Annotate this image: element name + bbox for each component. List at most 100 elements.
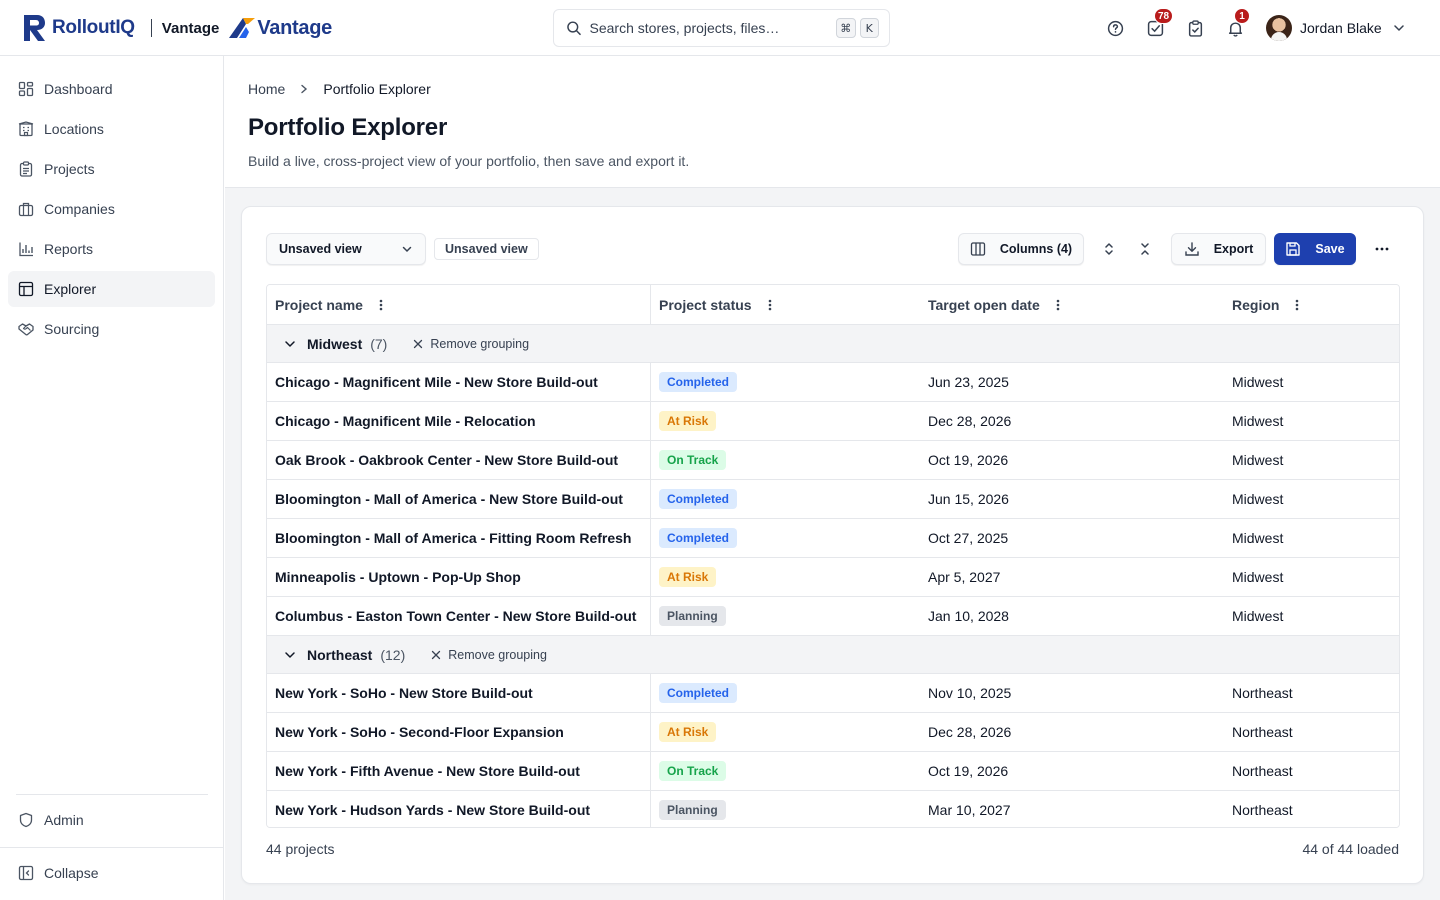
- collapse-all-icon[interactable]: [1133, 237, 1157, 261]
- project-name[interactable]: Oak Brook - Oakbrook Center - New Store …: [275, 452, 618, 468]
- tasks-count-badge: 78: [1154, 8, 1174, 24]
- project-name[interactable]: Columbus - Easton Town Center - New Stor…: [275, 608, 636, 624]
- tasks-button[interactable]: 78: [1145, 8, 1174, 38]
- expand-all-icon[interactable]: [1097, 237, 1121, 261]
- project-name[interactable]: Chicago - Magnificent Mile - Relocation: [275, 413, 536, 429]
- sidebar-item-projects[interactable]: Projects: [8, 151, 215, 187]
- sidebar-item-label: Locations: [44, 121, 104, 137]
- target-open-date: Oct 27, 2025: [928, 530, 1009, 546]
- project-name-cell[interactable]: Columbus - Easton Town Center - New Stor…: [267, 597, 651, 635]
- table-row[interactable]: Columbus - Easton Town Center - New Stor…: [267, 597, 1399, 636]
- project-name-cell[interactable]: New York - Hudson Yards - New Store Buil…: [267, 791, 651, 827]
- project-name[interactable]: Bloomington - Mall of America - New Stor…: [275, 491, 623, 507]
- project-name-cell[interactable]: Chicago - Magnificent Mile - New Store B…: [267, 363, 651, 401]
- table-row[interactable]: New York - SoHo - New Store Build-out Com…: [267, 674, 1399, 713]
- sidebar-item-sourcing[interactable]: Sourcing: [8, 311, 215, 347]
- save-button[interactable]: Save: [1274, 233, 1356, 265]
- sidebar-collapse-button[interactable]: Collapse: [8, 855, 215, 891]
- building-icon: [18, 121, 34, 137]
- project-name-cell[interactable]: Oak Brook - Oakbrook Center - New Store …: [267, 441, 651, 479]
- column-header-project-name[interactable]: Project name: [267, 285, 651, 324]
- help-icon[interactable]: [1105, 18, 1125, 38]
- global-search[interactable]: ⌘ K: [553, 9, 890, 47]
- remove-grouping-button[interactable]: Remove grouping: [431, 648, 547, 662]
- column-menu-icon[interactable]: [375, 298, 387, 312]
- remove-grouping-button[interactable]: Remove grouping: [413, 337, 529, 351]
- project-name-cell[interactable]: Minneapolis - Uptown - Pop-Up Shop: [267, 558, 651, 596]
- column-menu-icon[interactable]: [1052, 298, 1064, 312]
- export-button-label: Export: [1213, 242, 1254, 256]
- export-button[interactable]: Export: [1171, 233, 1266, 265]
- column-menu-icon[interactable]: [1291, 298, 1303, 312]
- sidebar-item-label: Sourcing: [44, 321, 100, 337]
- table-row[interactable]: Chicago - Magnificent Mile - New Store B…: [267, 363, 1399, 402]
- project-name[interactable]: Bloomington - Mall of America - Fitting …: [275, 530, 631, 546]
- saved-view-select[interactable]: Unsaved view: [266, 233, 426, 265]
- sidebar-item-locations[interactable]: Locations: [8, 111, 215, 147]
- project-name[interactable]: New York - SoHo - Second-Floor Expansion: [275, 724, 564, 740]
- project-name[interactable]: Minneapolis - Uptown - Pop-Up Shop: [275, 569, 521, 585]
- group-row[interactable]: Midwest (7) Remove grouping: [267, 325, 1399, 363]
- status-badge: Completed: [659, 489, 738, 509]
- project-name-cell[interactable]: Bloomington - Mall of America - New Stor…: [267, 480, 651, 518]
- sidebar-item-companies[interactable]: Companies: [8, 191, 215, 227]
- project-name[interactable]: New York - Fifth Avenue - New Store Buil…: [275, 763, 580, 779]
- project-name-cell[interactable]: New York - SoHo - Second-Floor Expansion: [267, 713, 651, 751]
- project-name[interactable]: New York - Hudson Yards - New Store Buil…: [275, 802, 590, 818]
- page-subtitle: Build a live, cross-project view of your…: [248, 153, 690, 169]
- table-row[interactable]: Minneapolis - Uptown - Pop-Up Shop At Ris…: [267, 558, 1399, 597]
- target-open-date-cell: Jun 15, 2026: [920, 480, 1224, 518]
- table-row[interactable]: New York - Hudson Yards - New Store Buil…: [267, 791, 1399, 827]
- sidebar-item-admin[interactable]: Admin: [8, 802, 215, 838]
- project-name-cell[interactable]: Bloomington - Mall of America - Fitting …: [267, 519, 651, 557]
- table-row[interactable]: Chicago - Magnificent Mile - Relocation A…: [267, 402, 1399, 441]
- sidebar-item-explorer[interactable]: Explorer: [8, 271, 215, 307]
- project-name-cell[interactable]: New York - SoHo - New Store Build-out: [267, 674, 651, 712]
- project-name-cell[interactable]: New York - Fifth Avenue - New Store Buil…: [267, 752, 651, 790]
- target-open-date-cell: Apr 5, 2027: [920, 558, 1224, 596]
- chevron-right-icon: [301, 84, 308, 94]
- group-row[interactable]: Northeast (12) Remove grouping: [267, 636, 1399, 674]
- column-header-label: Project name: [275, 296, 363, 313]
- table-row[interactable]: New York - SoHo - Second-Floor Expansion…: [267, 713, 1399, 752]
- project-status-cell: Completed: [651, 363, 920, 401]
- brand[interactable]: RolloutIQ Vantage Vantage: [24, 14, 332, 42]
- column-menu-icon[interactable]: [764, 298, 776, 312]
- chevron-down-icon[interactable]: [283, 337, 297, 351]
- status-badge: Completed: [659, 528, 738, 548]
- breadcrumb-home[interactable]: Home: [248, 81, 285, 97]
- notifications-button[interactable]: 1: [1225, 8, 1250, 38]
- region-cell: Northeast: [1224, 674, 1399, 712]
- project-name[interactable]: New York - SoHo - New Store Build-out: [275, 685, 533, 701]
- column-header-target-open-date[interactable]: Target open date: [920, 285, 1224, 324]
- project-name-cell[interactable]: Chicago - Magnificent Mile - Relocation: [267, 402, 651, 440]
- columns-icon: [970, 242, 986, 256]
- chevron-down-icon[interactable]: [283, 648, 297, 662]
- table-row[interactable]: Bloomington - Mall of America - New Stor…: [267, 480, 1399, 519]
- main-content: Home Portfolio Explorer Portfolio Explor…: [225, 56, 1440, 900]
- loaded-count: 44 of 44 loaded: [1302, 841, 1399, 857]
- clipboard-check-icon[interactable]: [1185, 18, 1205, 38]
- project-status-cell: At Risk: [651, 713, 920, 751]
- table-row[interactable]: Bloomington - Mall of America - Fitting …: [267, 519, 1399, 558]
- column-header-region[interactable]: Region: [1224, 285, 1399, 324]
- target-open-date: Apr 5, 2027: [928, 569, 1001, 585]
- search-input[interactable]: [589, 20, 833, 36]
- more-options-icon[interactable]: [1370, 237, 1394, 261]
- project-name[interactable]: Chicago - Magnificent Mile - New Store B…: [275, 374, 598, 390]
- sidebar-item-dashboard[interactable]: Dashboard: [8, 71, 215, 107]
- region-cell: Midwest: [1224, 597, 1399, 635]
- column-header-label: Target open date: [928, 296, 1040, 313]
- region: Northeast: [1232, 724, 1293, 740]
- sidebar-item-reports[interactable]: Reports: [8, 231, 215, 267]
- user-name: Jordan Blake: [1300, 20, 1382, 36]
- column-header-project-status[interactable]: Project status: [651, 285, 920, 324]
- user-menu[interactable]: Jordan Blake: [1266, 14, 1406, 42]
- table-row[interactable]: New York - Fifth Avenue - New Store Buil…: [267, 752, 1399, 791]
- region: Northeast: [1232, 802, 1293, 818]
- table-row[interactable]: Oak Brook - Oakbrook Center - New Store …: [267, 441, 1399, 480]
- region: Midwest: [1232, 491, 1284, 507]
- columns-button[interactable]: Columns (4): [958, 233, 1084, 265]
- sidebar-item-label: Companies: [44, 201, 115, 217]
- notifications-count-badge: 1: [1234, 8, 1250, 24]
